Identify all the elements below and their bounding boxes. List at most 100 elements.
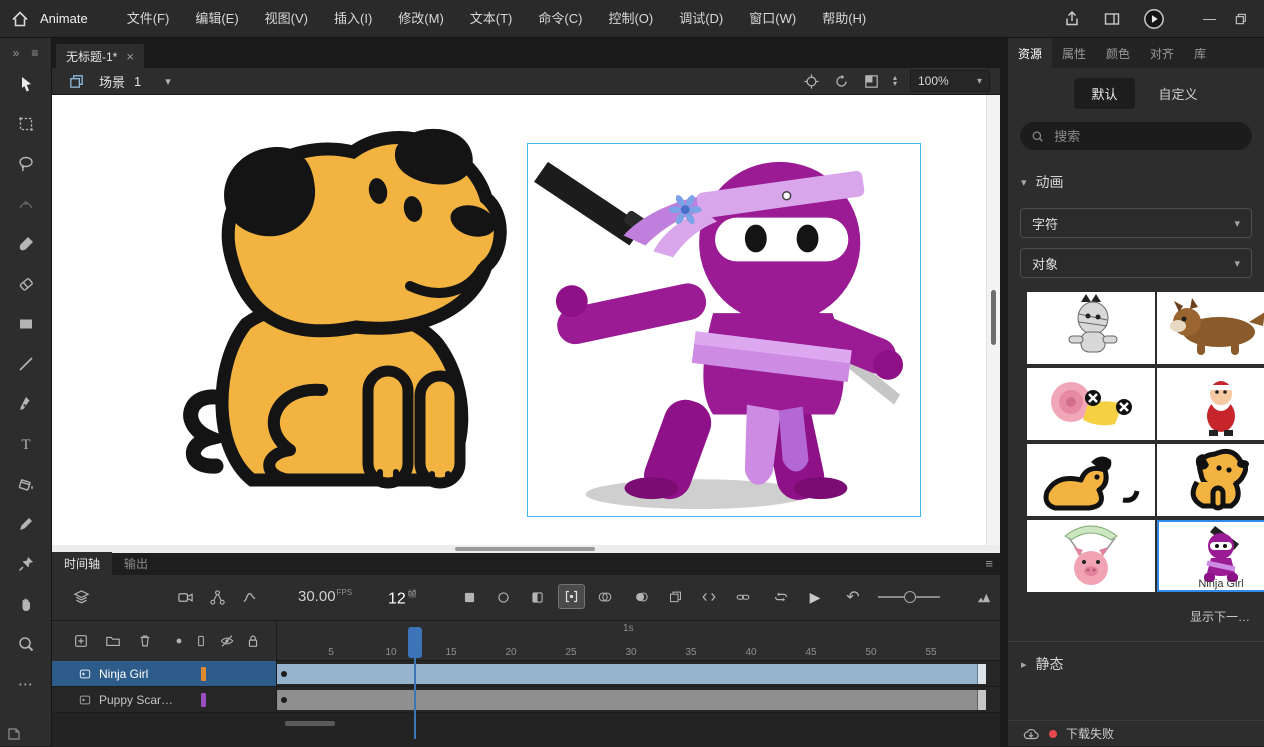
eraser-tool[interactable] xyxy=(0,264,51,304)
menu-edit[interactable]: 编辑(E) xyxy=(182,0,251,37)
asset-thumbnail-santa[interactable] xyxy=(1157,368,1264,440)
asset-thumbnail-puppy-sitting[interactable] xyxy=(1157,444,1264,516)
tab-colors[interactable]: 颜色 xyxy=(1096,38,1140,68)
tab-align[interactable]: 对齐 xyxy=(1140,38,1184,68)
scene-menu-chevron-icon[interactable]: ▾ xyxy=(165,75,171,88)
outline-layers-icon[interactable] xyxy=(192,632,210,650)
timeline-panel-menu-icon[interactable]: ≡ xyxy=(985,556,993,571)
menu-debug[interactable]: 调试(D) xyxy=(666,0,736,37)
layer-color-chip[interactable] xyxy=(201,693,206,707)
paste-frames-icon[interactable] xyxy=(664,587,686,607)
horizontal-scroll-thumb[interactable] xyxy=(455,547,595,551)
line-tool[interactable] xyxy=(0,344,51,384)
search-input[interactable] xyxy=(1052,128,1241,145)
restore-button[interactable] xyxy=(1234,12,1248,26)
camera-icon[interactable] xyxy=(174,587,196,607)
link-layers-icon[interactable] xyxy=(732,587,754,607)
show-layers-icon[interactable] xyxy=(70,587,92,607)
section-animated[interactable]: ▾ 动画 xyxy=(1008,150,1264,198)
stage-vertical-scrollbar[interactable] xyxy=(986,95,1000,545)
asset-thumbnail-puppy-playing[interactable] xyxy=(1027,444,1155,516)
layer-depth-icon[interactable] xyxy=(238,587,260,607)
layer-track-puppy[interactable] xyxy=(277,687,1000,713)
ninja-girl-artwork[interactable] xyxy=(528,144,920,516)
layer-track-ninja[interactable] xyxy=(277,661,1000,687)
edit-multiple-frames-button[interactable] xyxy=(558,584,585,609)
asset-thumbnail-ninja-girl[interactable]: Ninja Girl xyxy=(1157,520,1264,592)
free-transform-tool[interactable] xyxy=(0,104,51,144)
clip-content-icon[interactable] xyxy=(863,73,880,90)
new-folder-button[interactable] xyxy=(104,632,122,650)
onion-skin-range-icon[interactable] xyxy=(458,587,480,607)
zoom-tool[interactable] xyxy=(0,624,51,664)
delete-layer-button[interactable] xyxy=(136,632,154,650)
slider-knob[interactable] xyxy=(904,591,916,603)
text-tool[interactable]: T xyxy=(0,424,51,464)
pin-tool[interactable] xyxy=(0,544,51,584)
document-tab[interactable]: 无标题-1* × xyxy=(56,44,144,68)
toolbar-menu-icon[interactable]: ≡ xyxy=(31,46,38,64)
onion-skin-outline-icon[interactable] xyxy=(526,587,548,607)
pencil-tool[interactable] xyxy=(0,504,51,544)
close-tab-icon[interactable]: × xyxy=(126,49,134,64)
menu-view[interactable]: 视图(V) xyxy=(252,0,321,37)
play-button[interactable]: ▶ xyxy=(804,587,826,607)
asset-thumbnail-wolf[interactable] xyxy=(1157,292,1264,364)
hide-all-layers-icon[interactable] xyxy=(218,632,236,650)
frame-size-icon[interactable] xyxy=(972,587,994,607)
menu-modify[interactable]: 修改(M) xyxy=(385,0,457,37)
menu-commands[interactable]: 命令(C) xyxy=(525,0,595,37)
workspace-icon[interactable] xyxy=(1103,10,1121,28)
play-circle-button[interactable] xyxy=(1143,8,1165,30)
share-icon[interactable] xyxy=(1063,10,1081,28)
asset-thumbnail-mummy[interactable] xyxy=(1027,292,1155,364)
vertical-scroll-thumb[interactable] xyxy=(991,290,996,345)
onion-skin-icon[interactable] xyxy=(492,587,514,607)
selection-tool[interactable] xyxy=(0,64,51,104)
loop-playback-icon[interactable] xyxy=(770,587,792,607)
rectangle-tool[interactable] xyxy=(0,304,51,344)
stage-canvas[interactable] xyxy=(52,95,1000,545)
zoom-select[interactable]: 100% ▾ xyxy=(910,70,990,92)
tab-properties[interactable]: 属性 xyxy=(1052,38,1096,68)
stage-horizontal-scrollbar[interactable] xyxy=(52,545,1000,553)
filter-objects-dropdown[interactable]: 对象 ▾ xyxy=(1020,248,1252,278)
layer-name-cell-puppy[interactable]: Puppy Scar… xyxy=(52,687,277,713)
onion-outlines-icon[interactable] xyxy=(594,587,616,607)
tab-library[interactable]: 库 xyxy=(1184,38,1216,68)
asset-thumbnail-pig-parachute[interactable] xyxy=(1027,520,1155,592)
layer-row[interactable]: Puppy Scar… xyxy=(52,687,1000,713)
menu-text[interactable]: 文本(T) xyxy=(457,0,526,37)
menu-help[interactable]: 帮助(H) xyxy=(809,0,879,37)
undo-icon[interactable]: ↶ xyxy=(842,587,864,607)
pen-tool[interactable] xyxy=(0,384,51,424)
keyframe-dot[interactable] xyxy=(281,671,287,677)
hand-tool[interactable] xyxy=(0,584,51,624)
edit-scene-icon[interactable] xyxy=(68,73,85,90)
mode-default-button[interactable]: 默认 xyxy=(1074,78,1134,109)
show-next-link[interactable]: 显示下一… xyxy=(1008,592,1264,625)
lasso-tool[interactable] xyxy=(0,144,51,184)
section-static[interactable]: ▸ 静态 xyxy=(1008,642,1264,680)
frame-rate[interactable]: 30.00FPS xyxy=(298,588,352,605)
paint-bucket-tool[interactable] xyxy=(0,464,51,504)
selection-bounding-box[interactable] xyxy=(527,143,921,517)
menu-file[interactable]: 文件(F) xyxy=(114,0,183,37)
menu-window[interactable]: 窗口(W) xyxy=(736,0,809,37)
frame-span[interactable] xyxy=(277,690,985,710)
filter-characters-dropdown[interactable]: 字符 ▾ xyxy=(1020,208,1252,238)
home-button[interactable] xyxy=(0,10,40,28)
asset-search[interactable] xyxy=(1020,122,1252,150)
playhead[interactable] xyxy=(408,627,422,658)
more-tools-button[interactable]: ⋯ xyxy=(0,664,51,704)
snap-corner-icon[interactable] xyxy=(7,727,21,741)
width-tool[interactable] xyxy=(0,184,51,224)
collapse-panel-icon[interactable]: » xyxy=(13,46,20,64)
tab-assets[interactable]: 资源 xyxy=(1008,38,1052,68)
brush-tool[interactable] xyxy=(0,224,51,264)
rotate-stage-icon[interactable] xyxy=(833,73,850,90)
layer-name-cell-ninja[interactable]: Ninja Girl xyxy=(52,661,277,687)
lock-all-layers-icon[interactable] xyxy=(244,632,262,650)
tab-output[interactable]: 输出 xyxy=(112,552,160,575)
timeline-scroll-thumb[interactable] xyxy=(285,721,335,726)
